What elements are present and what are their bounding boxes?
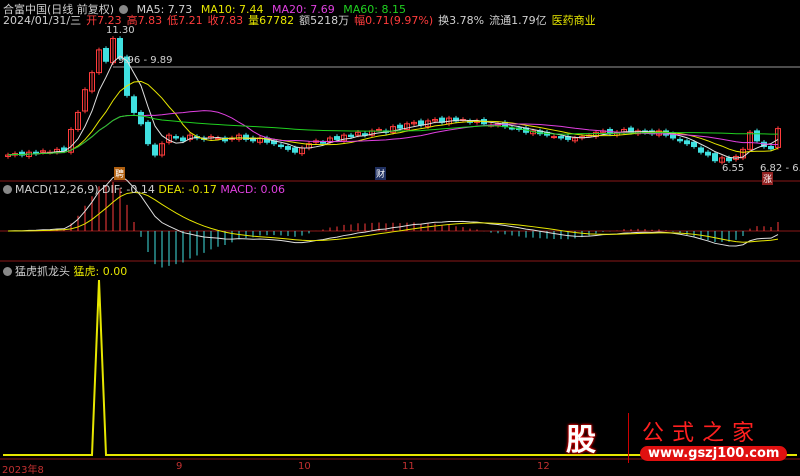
candle[interactable] [705, 151, 711, 156]
macd-header: MACD(12,26,9) DIF: -0.14 DEA: -0.17 MACD… [3, 183, 285, 196]
settings-circle-icon[interactable] [3, 267, 12, 276]
indicator-header: 猛虎抓龙头 猛虎: 0.00 [3, 263, 127, 279]
x-tick: 9 [176, 461, 183, 472]
candle[interactable] [726, 157, 732, 162]
candle[interactable] [180, 137, 186, 142]
candle[interactable] [334, 136, 340, 140]
candle[interactable] [285, 146, 291, 150]
candle[interactable] [754, 130, 760, 142]
macd-title[interactable]: MACD(12,26,9) [15, 183, 99, 196]
x-tick: 2023年8 [2, 465, 44, 476]
dea-label: DEA: -0.17 [158, 183, 217, 196]
candle[interactable] [152, 144, 158, 156]
limit-up-badge[interactable]: 涨 [762, 172, 774, 185]
x-tick: 10 [298, 461, 311, 472]
watermark-logo: 股 公式之家 www.gszj100.com [560, 413, 800, 463]
candle[interactable] [131, 96, 137, 113]
macd-value-label: MACD: 0.06 [220, 183, 285, 196]
candle[interactable] [173, 136, 179, 139]
candle[interactable] [348, 134, 354, 138]
event-badge[interactable]: 聘 [114, 167, 126, 180]
logo-name: 公式之家 [642, 421, 763, 446]
ma60-line [7, 114, 779, 156]
logo-url: www.gszj100.com [640, 446, 788, 461]
candle[interactable] [691, 141, 697, 148]
x-tick: 11 [402, 461, 415, 472]
candle[interactable] [698, 147, 704, 153]
finance-badge[interactable]: 财 [375, 167, 387, 180]
range-high-label: 9.96 - 9.89 [118, 55, 173, 66]
indicator-value: 猛虎: 0.00 [73, 265, 128, 278]
logo-divider [628, 413, 629, 463]
candle[interactable] [278, 144, 284, 148]
candle[interactable] [292, 147, 298, 153]
candle[interactable] [376, 128, 382, 131]
candle[interactable] [320, 141, 326, 144]
dif-label: DIF: -0.14 [102, 183, 155, 196]
candle[interactable] [551, 136, 557, 139]
logo-char: 股 [566, 423, 596, 458]
candle[interactable] [684, 140, 690, 145]
low-label-annotation: 6.55 [722, 163, 745, 174]
candle[interactable] [558, 136, 564, 139]
settings-circle-icon[interactable] [3, 185, 12, 194]
ma10-line [7, 80, 779, 156]
price-chart[interactable] [0, 0, 800, 473]
x-tick: 12 [537, 461, 550, 472]
candle[interactable] [397, 124, 403, 129]
candle[interactable] [677, 138, 683, 142]
ma5-line [7, 55, 779, 159]
candle[interactable] [145, 121, 151, 145]
dea-line [7, 191, 779, 243]
candle[interactable] [138, 111, 144, 125]
candle[interactable] [103, 47, 109, 62]
candle[interactable] [712, 153, 718, 162]
indicator-title[interactable]: 猛虎抓龙头 [15, 265, 70, 278]
candle[interactable] [768, 146, 774, 150]
peak-label: 11.30 [106, 25, 135, 36]
